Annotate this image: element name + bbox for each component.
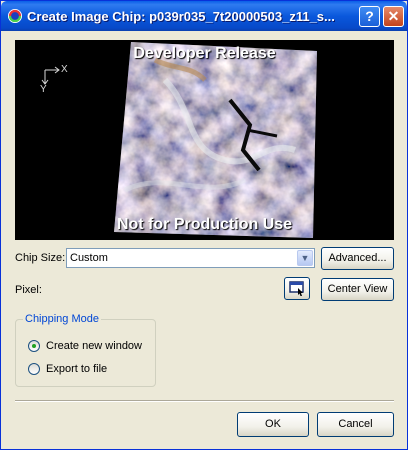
axis-y-label: Y bbox=[40, 84, 47, 95]
close-button[interactable]: ✕ bbox=[383, 6, 404, 27]
pixel-label: Pixel: bbox=[15, 284, 42, 296]
center-view-button[interactable]: Center View bbox=[321, 278, 394, 301]
footer-separator bbox=[15, 400, 394, 402]
pixel-select-button[interactable] bbox=[284, 277, 310, 300]
ok-button[interactable]: OK bbox=[237, 412, 309, 437]
chipping-mode-title: Chipping Mode bbox=[23, 313, 101, 325]
chip-size-select[interactable]: Custom ▼ bbox=[66, 248, 315, 268]
help-button[interactable]: ? bbox=[359, 6, 380, 27]
chipping-mode-group bbox=[15, 319, 156, 387]
help-icon: ? bbox=[365, 8, 374, 24]
axis-x-label: X bbox=[61, 64, 68, 75]
advanced-button[interactable]: Advanced... bbox=[321, 247, 394, 270]
radio-export-to-file[interactable] bbox=[28, 363, 40, 375]
satellite-image bbox=[15, 40, 394, 240]
dialog-window: Create Image Chip: p039r035_7t20000503_z… bbox=[0, 0, 408, 450]
watermark-top: Developer Release bbox=[133, 45, 276, 62]
radio-create-new-window[interactable] bbox=[28, 340, 40, 352]
window-title: Create Image Chip: p039r035_7t20000503_z… bbox=[27, 9, 335, 24]
watermark-bottom: Not for Production Use bbox=[116, 216, 293, 233]
envi-app-icon bbox=[8, 9, 22, 23]
image-preview[interactable]: X Y Developer Release Not for Production… bbox=[15, 40, 394, 240]
radio-selected-dot bbox=[32, 344, 36, 348]
chip-size-label: Chip Size: bbox=[15, 252, 66, 264]
cancel-button[interactable]: Cancel bbox=[317, 412, 394, 437]
pixel-select-icon bbox=[289, 281, 304, 296]
close-icon: ✕ bbox=[387, 8, 400, 24]
export-to-file-label[interactable]: Export to file bbox=[46, 363, 107, 375]
chevron-down-icon[interactable]: ▼ bbox=[297, 250, 313, 266]
create-new-window-label[interactable]: Create new window bbox=[46, 340, 142, 352]
chip-size-value: Custom bbox=[70, 252, 108, 264]
title-bar[interactable]: Create Image Chip: p039r035_7t20000503_z… bbox=[1, 1, 407, 31]
